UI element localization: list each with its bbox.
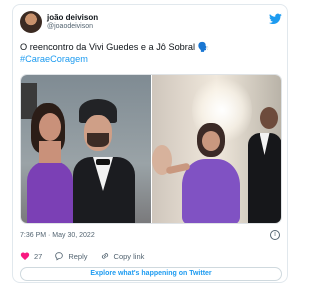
media-photo-right[interactable] — [151, 75, 281, 223]
author-name[interactable]: joão deivison — [47, 13, 98, 22]
reply-icon — [55, 252, 64, 261]
reply-button[interactable]: Reply — [54, 251, 88, 261]
hashtag-link[interactable]: #CaraeCoragem — [20, 54, 88, 64]
heart-icon — [20, 252, 30, 260]
tweet-media[interactable] — [20, 74, 282, 224]
twitter-bird-icon[interactable] — [269, 13, 282, 25]
like-button[interactable]: 27 — [20, 251, 42, 261]
reply-label: Reply — [68, 251, 88, 261]
tweet-header: joão deivison @joaodeivison — [20, 11, 282, 37]
like-count: 27 — [34, 251, 43, 261]
tweet-actions: 27 Reply Copy link — [20, 250, 156, 262]
explore-twitter-button[interactable]: Explore what's happening on Twitter — [20, 267, 282, 281]
info-icon[interactable]: i — [270, 230, 280, 240]
copy-link-label: Copy link — [113, 251, 145, 261]
media-photo-left[interactable] — [21, 75, 152, 223]
link-icon — [101, 253, 108, 259]
avatar[interactable] — [20, 11, 42, 33]
tweet-text: O reencontro da Vivi Guedes e a Jô Sobra… — [20, 42, 209, 52]
author-handle[interactable]: @joaodeivison — [47, 23, 93, 30]
copy-link-button[interactable]: Copy link — [100, 251, 145, 261]
tweet-card: joão deivison @joaodeivison O reencontro… — [12, 4, 288, 283]
tweet-timestamp[interactable]: 7:36 PM · May 30, 2022 — [20, 232, 95, 239]
